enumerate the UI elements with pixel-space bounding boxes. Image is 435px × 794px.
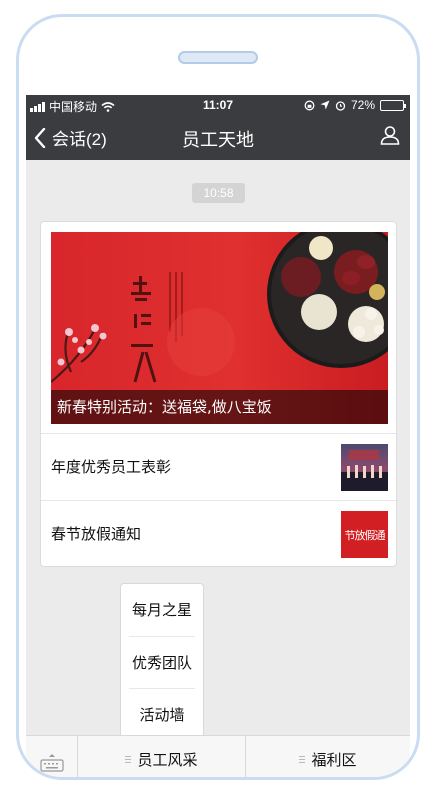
page-title: 员工天地 bbox=[182, 130, 254, 150]
article-item-title: 年度优秀员工表彰 bbox=[51, 458, 172, 476]
article-thumbnail bbox=[341, 444, 388, 491]
battery-icon bbox=[380, 99, 406, 111]
menu-lines-icon bbox=[125, 756, 132, 765]
location-icon bbox=[320, 100, 330, 110]
status-right: 72% bbox=[304, 98, 406, 112]
menu-button-label: 福利区 bbox=[311, 751, 357, 769]
article-card: 新春特别活动：送福袋,做八宝饭 年度优秀员工表彰 春节放假通知 节放假通 bbox=[40, 221, 397, 567]
submenu-item-excellent-team[interactable]: 优秀团队 bbox=[129, 636, 195, 688]
stage-photo-image bbox=[341, 450, 388, 491]
menu-lines-icon bbox=[299, 756, 306, 765]
article-cover[interactable]: 新春特别活动：送福袋,做八宝饭 bbox=[51, 232, 388, 424]
profile-button[interactable] bbox=[380, 125, 400, 150]
alarm-icon bbox=[335, 100, 346, 111]
keyboard-icon bbox=[40, 754, 64, 772]
battery-percent: 72% bbox=[350, 98, 375, 112]
article-item-title: 春节放假通知 bbox=[51, 525, 142, 543]
phone-frame: 中国移动 11:07 72% 会话(2) 员工天地 10:58 新春特别活动：送… bbox=[16, 14, 420, 780]
screen: 中国移动 11:07 72% 会话(2) 员工天地 10:58 新春特别活动：送… bbox=[26, 95, 410, 777]
phone-speaker bbox=[178, 51, 258, 64]
menu-button-staff-style[interactable]: 员工风采 bbox=[78, 736, 246, 777]
status-bar: 中国移动 11:07 72% bbox=[26, 95, 410, 115]
cover-caption: 新春特别活动：送福袋,做八宝饭 bbox=[51, 390, 388, 424]
article-item[interactable]: 年度优秀员工表彰 bbox=[41, 433, 396, 500]
bottom-menu-bar: 员工风采 福利区 bbox=[26, 735, 410, 777]
article-thumbnail: 节放假通 bbox=[341, 511, 388, 558]
menu-button-welfare[interactable]: 福利区 bbox=[246, 736, 410, 777]
thumbnail-text: 节放假通 bbox=[344, 529, 386, 542]
submenu-item-star-of-month[interactable]: 每月之星 bbox=[129, 584, 195, 636]
submenu-item-activity-wall[interactable]: 活动墙 bbox=[129, 688, 195, 740]
submenu-popup: 每月之星 优秀团队 活动墙 bbox=[120, 583, 204, 740]
rotation-lock-icon bbox=[304, 100, 315, 110]
message-timestamp: 10:58 bbox=[192, 183, 245, 203]
user-icon bbox=[380, 126, 400, 145]
menu-button-label: 员工风采 bbox=[137, 751, 198, 769]
nav-bar: 会话(2) 员工天地 bbox=[26, 115, 410, 160]
keyboard-toggle-button[interactable] bbox=[26, 736, 78, 777]
article-item[interactable]: 春节放假通知 节放假通 bbox=[41, 500, 396, 566]
